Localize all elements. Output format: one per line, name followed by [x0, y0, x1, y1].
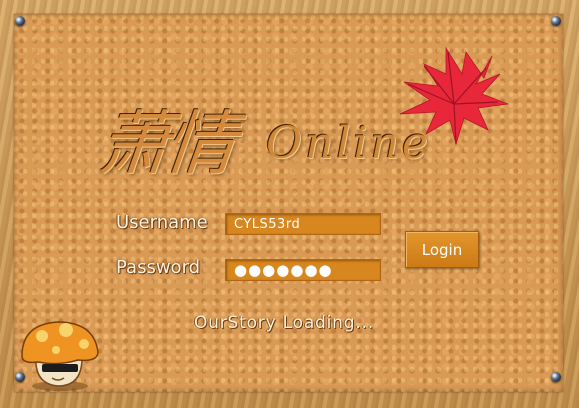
password-field[interactable]: ●●●●●●●: [225, 259, 381, 281]
pushpin-icon: [551, 372, 561, 382]
password-label: Password: [116, 257, 201, 278]
logo-title-cjk: 萧情: [95, 103, 236, 185]
pushpin-icon: [15, 16, 25, 26]
username-field[interactable]: CYLS53rd: [225, 213, 381, 235]
logo-title-latin: Online: [266, 118, 431, 169]
username-label: Username: [116, 212, 208, 233]
loading-status: OurStory Loading...: [194, 313, 374, 333]
orange-mushroom-icon: [21, 321, 99, 391]
pushpin-icon: [551, 16, 561, 26]
login-button[interactable]: Login: [405, 231, 479, 268]
